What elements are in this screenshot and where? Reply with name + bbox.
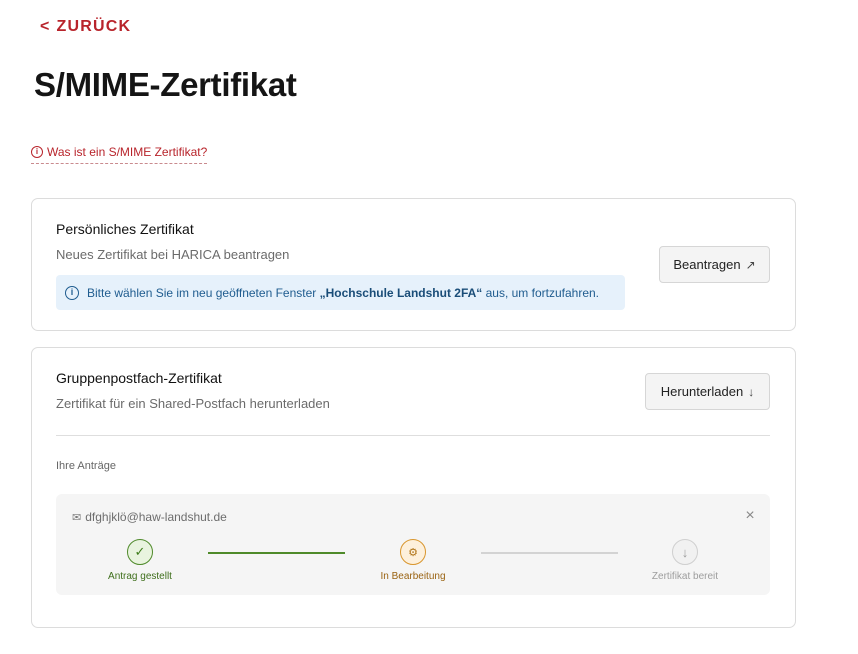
step-ready: ↓ Zertifikat bereit <box>620 539 750 582</box>
chevron-left-icon: < <box>40 18 51 35</box>
info-link-label: Was ist ein S/MIME Zertifikat? <box>47 145 208 159</box>
apply-button[interactable]: Beantragen ↗ <box>659 246 770 283</box>
divider <box>56 435 770 436</box>
back-label: ZURÜCK <box>56 18 132 35</box>
step-submitted: ✓ Antrag gestellt <box>75 539 205 582</box>
check-icon: ✓ <box>127 539 153 565</box>
group-cert-title: Gruppenpostfach-Zertifikat <box>56 370 222 386</box>
apply-button-label: Beantragen <box>673 257 741 272</box>
gear-icon: ⚙ <box>400 539 426 565</box>
info-link[interactable]: i Was ist ein S/MIME Zertifikat? <box>31 145 208 164</box>
progress-line-done <box>208 552 345 554</box>
mail-icon: ✉ <box>72 511 82 524</box>
notice-bold-text: „Hochschule Landshut 2FA“ <box>319 285 483 300</box>
group-cert-subtitle: Zertifikat für ein Shared-Postfach herun… <box>56 396 330 411</box>
step-label: Zertifikat bereit <box>651 571 719 582</box>
download-icon: ↓ <box>748 384 755 399</box>
close-icon[interactable]: × <box>742 508 758 524</box>
info-icon: i <box>65 285 79 300</box>
info-icon: i <box>31 146 43 158</box>
step-label: In Bearbeitung <box>380 571 446 582</box>
group-cert-card: Gruppenpostfach-Zertifikat Zertifikat fü… <box>31 347 796 628</box>
personal-cert-card: Persönliches Zertifikat Neues Zertifikat… <box>31 198 796 331</box>
download-icon: ↓ <box>672 539 698 565</box>
step-label: Antrag gestellt <box>108 571 172 582</box>
progress-line-pending <box>481 552 618 554</box>
personal-cert-subtitle: Neues Zertifikat bei HARICA beantragen <box>56 247 290 262</box>
external-link-icon: ↗ <box>745 257 756 272</box>
download-button-label: Herunterladen <box>660 384 744 399</box>
step-processing: ⚙ In Bearbeitung <box>348 539 478 582</box>
personal-cert-title: Persönliches Zertifikat <box>56 221 194 237</box>
notice-text: Bitte wählen Sie im neu geöffneten Fenst… <box>87 285 600 300</box>
request-item: ✉ dfghjklö@haw-landshut.de × ✓ Antrag ge… <box>56 494 770 595</box>
info-notice: i Bitte wählen Sie im neu geöffneten Fen… <box>56 275 625 310</box>
download-button[interactable]: Herunterladen ↓ <box>645 373 770 410</box>
request-email-text: dfghjklö@haw-landshut.de <box>85 510 227 524</box>
request-email: ✉ dfghjklö@haw-landshut.de <box>72 510 227 524</box>
requests-label: Ihre Anträge <box>56 460 116 472</box>
page-title: S/MIME-Zertifikat <box>34 66 297 103</box>
back-link[interactable]: < ZURÜCK <box>40 18 131 36</box>
